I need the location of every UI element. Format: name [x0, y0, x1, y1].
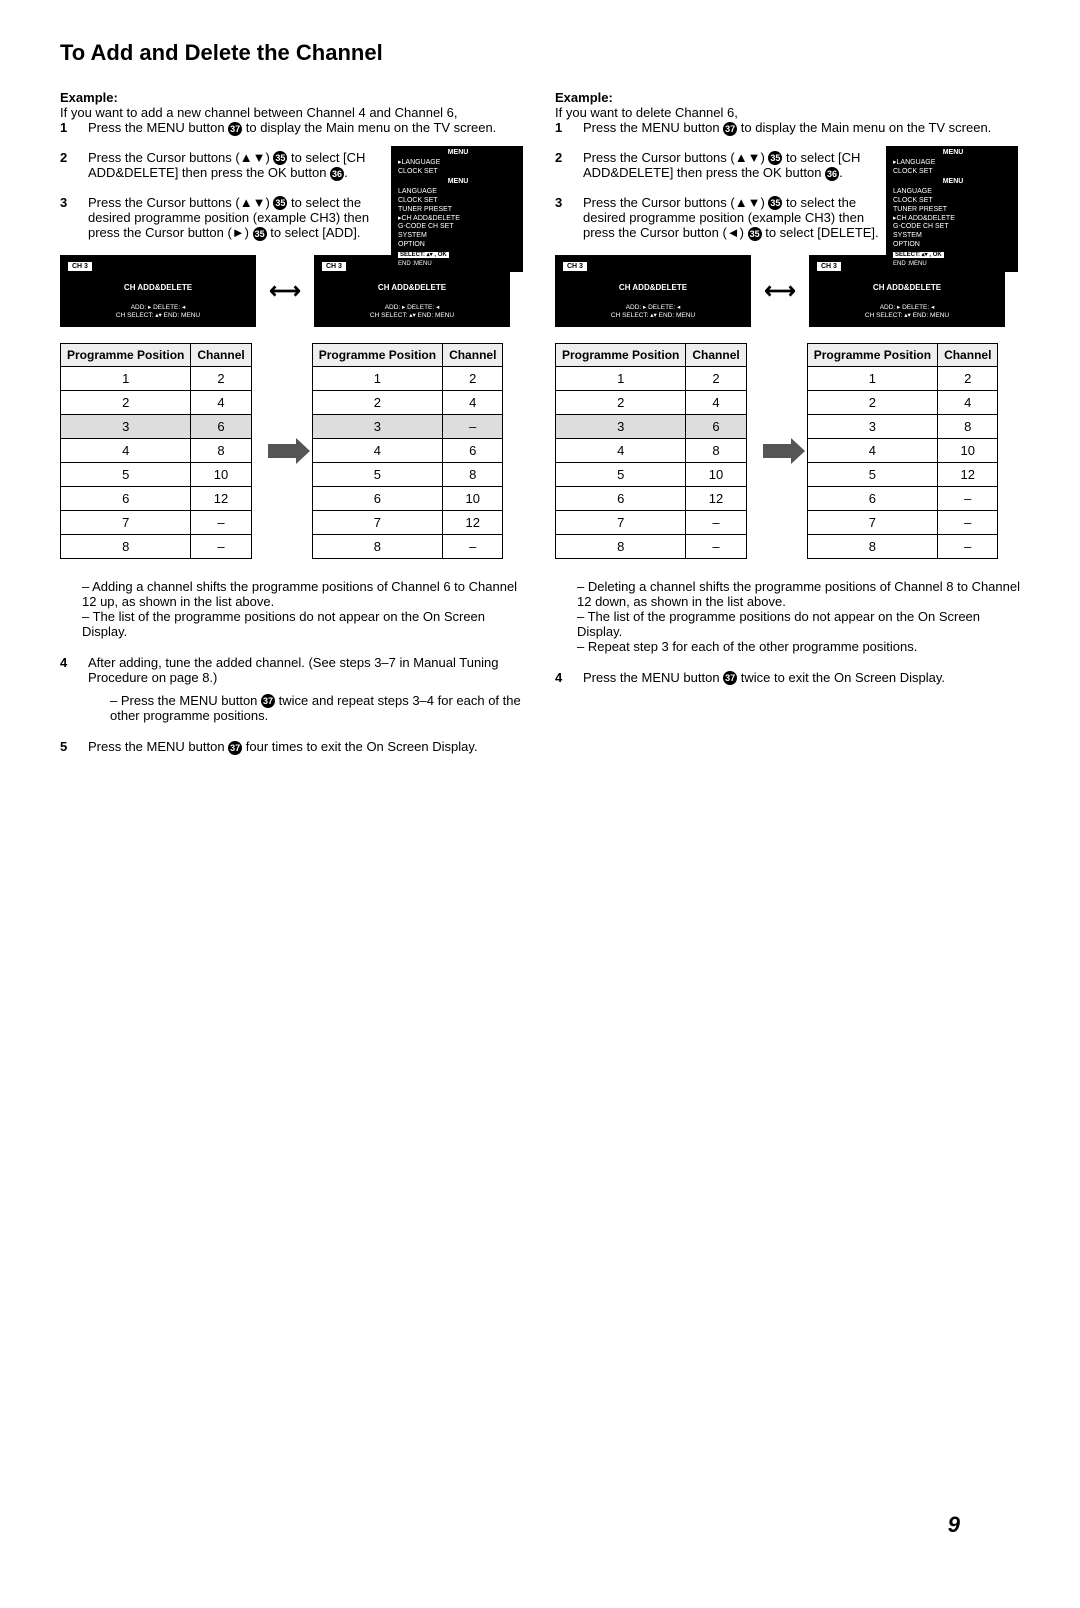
arrow-bidirectional-icon: ⟷ [765, 278, 795, 304]
programme-table-before: Programme PositionChannel122436485106127… [555, 343, 747, 559]
step-number: 1 [60, 120, 67, 135]
menu-button-icon: 37 [723, 122, 737, 136]
osd-menu: MENU LANGUAGE CLOCK SET TUNER PRESET CH … [391, 175, 523, 272]
arrow-right-icon [763, 444, 791, 458]
step-text: Press the MENU button 37 four times to e… [88, 739, 477, 754]
step-number: 1 [555, 120, 562, 135]
ok-button-icon: 36 [825, 167, 839, 181]
arrow-right-icon [268, 444, 296, 458]
ok-button-icon: 36 [330, 167, 344, 181]
delete-notes: Deleting a channel shifts the programme … [555, 579, 1020, 654]
delete-column: Example: If you want to delete Channel 6… [555, 80, 1020, 769]
step-number: 4 [555, 670, 562, 685]
cursor-button-icon: 35 [253, 227, 267, 241]
step-number: 3 [60, 195, 67, 210]
osd-panel: CH 3 CH ADD&DELETE ADD: ▸ DELETE: ◂CH SE… [60, 255, 256, 327]
add-intro: If you want to add a new channel between… [60, 105, 525, 120]
section-title: To Add and Delete the Channel [60, 40, 1020, 66]
cursor-button-icon: 35 [768, 151, 782, 165]
example-label: Example: [60, 90, 525, 105]
step-number: 2 [60, 150, 67, 165]
step-number: 2 [555, 150, 562, 165]
osd-panel: CH 3 CH ADD&DELETE ADD: ▸ DELETE: ◂CH SE… [555, 255, 751, 327]
step-text: Press the MENU button 37 to display the … [583, 120, 991, 135]
cursor-button-icon: 35 [273, 196, 287, 210]
page-number: 9 [948, 1512, 960, 1538]
step-text: Press the Cursor buttons (▲▼) 35 to sele… [583, 195, 879, 241]
step-text: After adding, tune the added channel. (S… [88, 655, 499, 685]
cursor-button-icon: 35 [748, 227, 762, 241]
step-text: Press the Cursor buttons (▲▼) 35 to sele… [88, 195, 369, 241]
step-text: Press the Cursor buttons (▲▼) 35 to sele… [583, 150, 860, 181]
programme-table-after: Programme PositionChannel12243–465861071… [312, 343, 504, 559]
programme-table-before: Programme PositionChannel122436485106127… [60, 343, 252, 559]
step-text: Press the MENU button 37 twice to exit t… [583, 670, 945, 685]
delete-intro: If you want to delete Channel 6, [555, 105, 1020, 120]
step-text: Press the Cursor buttons (▲▼) 35 to sele… [88, 150, 365, 181]
step-number: 5 [60, 739, 67, 754]
add-notes: Adding a channel shifts the programme po… [60, 579, 525, 639]
add-column: Example: If you want to add a new channe… [60, 80, 525, 769]
menu-button-icon: 37 [228, 741, 242, 755]
menu-button-icon: 37 [228, 122, 242, 136]
osd-menu: MENU LANGUAGE CLOCK SET TUNER PRESET CH … [886, 175, 1018, 272]
cursor-button-icon: 35 [768, 196, 782, 210]
arrow-bidirectional-icon: ⟷ [270, 278, 300, 304]
cursor-button-icon: 35 [273, 151, 287, 165]
menu-button-icon: 37 [723, 671, 737, 685]
example-label: Example: [555, 90, 1020, 105]
step-text: Press the MENU button 37 to display the … [88, 120, 496, 135]
programme-table-after: Programme PositionChannel1224384105126–7… [807, 343, 999, 559]
menu-button-icon: 37 [261, 694, 275, 708]
step-number: 4 [60, 655, 67, 670]
step-number: 3 [555, 195, 562, 210]
